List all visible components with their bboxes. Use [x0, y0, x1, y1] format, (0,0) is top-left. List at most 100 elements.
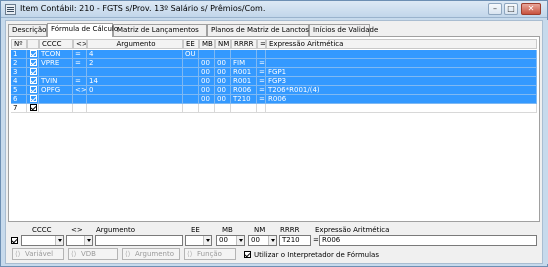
cell-check[interactable]	[27, 68, 39, 77]
row-enabled-checkbox[interactable]	[11, 237, 18, 244]
cell-ee[interactable]	[183, 86, 199, 95]
cell-check[interactable]	[27, 59, 39, 68]
cell-mb[interactable]: 00	[199, 77, 215, 86]
use-interpreter-option[interactable]: Utilizar o Interpretador de Fórmulas	[244, 250, 379, 259]
cell-cccc[interactable]: TCON	[39, 50, 73, 59]
cell-expressao[interactable]: T206*R001/(4)	[266, 86, 537, 95]
cell-cccc[interactable]: TVIN	[39, 77, 73, 86]
cell-eq[interactable]: =	[257, 86, 266, 95]
tab-formula-de-calculo[interactable]: Fórmula de Cálculo	[47, 23, 118, 37]
table-row[interactable]: 3 00 00 R001 = FGP1	[11, 68, 537, 77]
argumento-button[interactable]: ⟨⟩ Argumento	[122, 248, 180, 260]
row-checkbox[interactable]	[30, 86, 37, 93]
rrrr-input[interactable]: T210	[279, 235, 311, 246]
cell-argumento[interactable]: 4	[87, 50, 183, 59]
row-checkbox[interactable]	[30, 50, 37, 57]
cell-rrrr[interactable]	[231, 104, 257, 113]
close-button[interactable]: ✕	[521, 3, 541, 15]
chevron-down-icon[interactable]	[268, 236, 276, 245]
cell-check[interactable]	[27, 86, 39, 95]
cell-argumento[interactable]: 0	[87, 86, 183, 95]
cell-eq[interactable]	[257, 104, 266, 113]
cell-cccc[interactable]	[39, 68, 73, 77]
row-checkbox[interactable]	[30, 77, 37, 84]
cell-cccc[interactable]	[39, 95, 73, 104]
cell-argumento[interactable]: 14	[87, 77, 183, 86]
cell-expressao[interactable]	[266, 50, 537, 59]
cell-rrrr[interactable]: R006	[231, 86, 257, 95]
cell-ee[interactable]	[183, 95, 199, 104]
cell-check[interactable]	[27, 77, 39, 86]
col-header-check[interactable]	[27, 39, 39, 49]
col-header-num[interactable]: Nº	[11, 39, 27, 49]
cell-op[interactable]	[73, 104, 87, 113]
cell-op[interactable]: =	[73, 77, 87, 86]
cell-ee[interactable]: OU	[183, 50, 199, 59]
cell-expressao[interactable]: FGP1	[266, 68, 537, 77]
cell-expressao[interactable]: R006	[266, 95, 537, 104]
chevron-down-icon[interactable]	[236, 236, 244, 245]
cell-num[interactable]: 5	[11, 86, 27, 95]
cell-cccc[interactable]: VPRE	[39, 59, 73, 68]
cell-op[interactable]: <>	[73, 86, 87, 95]
cell-num[interactable]: 6	[11, 95, 27, 104]
cell-ee[interactable]	[183, 59, 199, 68]
cell-argumento[interactable]	[87, 104, 183, 113]
col-header-mb[interactable]: MB	[199, 39, 215, 49]
cell-check[interactable]	[27, 95, 39, 104]
chevron-down-icon[interactable]	[55, 236, 63, 245]
tab-inicios-de-validade[interactable]: Inícios de Validade	[309, 24, 378, 36]
cell-nm[interactable]	[215, 104, 231, 113]
cell-expressao[interactable]: FGP3	[266, 77, 537, 86]
mb-select[interactable]: 00	[216, 235, 245, 246]
cell-mb[interactable]: 00	[199, 59, 215, 68]
cell-nm[interactable]: 00	[215, 68, 231, 77]
cell-argumento[interactable]	[87, 68, 183, 77]
use-interpreter-checkbox[interactable]	[244, 251, 251, 258]
cell-mb[interactable]: 00	[199, 68, 215, 77]
col-header-argumento[interactable]: Argumento	[87, 39, 183, 49]
cell-cccc[interactable]: OPFG	[39, 86, 73, 95]
maximize-button[interactable]: □	[504, 3, 518, 15]
cell-op[interactable]: =	[73, 59, 87, 68]
cell-op[interactable]	[73, 68, 87, 77]
cell-num[interactable]: 7	[11, 104, 27, 113]
operator-select[interactable]	[66, 235, 93, 246]
col-header-eq[interactable]: =	[257, 39, 266, 49]
cell-eq[interactable]: =	[257, 77, 266, 86]
cell-eq[interactable]	[257, 50, 266, 59]
cell-rrrr[interactable]: R001	[231, 77, 257, 86]
cell-rrrr[interactable]: FIM	[231, 59, 257, 68]
cccc-select[interactable]	[21, 235, 64, 246]
cell-num[interactable]: 3	[11, 68, 27, 77]
tab-descricao[interactable]: Descrição	[8, 24, 47, 36]
col-header-rrrr[interactable]: RRRR	[231, 39, 257, 49]
cell-expressao[interactable]	[266, 104, 537, 113]
minimize-button[interactable]: –	[488, 3, 502, 15]
cell-rrrr[interactable]: T210	[231, 95, 257, 104]
col-header-ee[interactable]: EE	[183, 39, 199, 49]
table-row[interactable]: 2 VPRE = 2 00 00 FIM =	[11, 59, 537, 68]
cell-op[interactable]	[73, 95, 87, 104]
col-header-op[interactable]: <>	[73, 39, 87, 49]
nm-select[interactable]: 00	[248, 235, 277, 246]
cell-op[interactable]: =	[73, 50, 87, 59]
table-row[interactable]: 7	[11, 104, 537, 113]
cell-expressao[interactable]	[266, 59, 537, 68]
cell-rrrr[interactable]	[231, 50, 257, 59]
cell-mb[interactable]: 00	[199, 86, 215, 95]
col-header-nm[interactable]: NM	[215, 39, 231, 49]
cell-rrrr[interactable]: R001	[231, 68, 257, 77]
tab-planos-de-matriz[interactable]: Planos de Matriz de Lanctos	[207, 24, 309, 36]
title-bar[interactable]: Item Contábil: 210 - FGTS s/Prov. 13º Sa…	[1, 1, 547, 18]
chevron-down-icon[interactable]	[84, 236, 92, 245]
argumento-input[interactable]	[95, 235, 183, 246]
table-row[interactable]: 1 TCON = 4 OU	[11, 50, 537, 59]
cell-eq[interactable]: =	[257, 68, 266, 77]
cell-mb[interactable]	[199, 104, 215, 113]
table-row[interactable]: 5 OPFG <> 0 00 00 R006 = T206*R001/(4)	[11, 86, 537, 95]
cell-mb[interactable]	[199, 50, 215, 59]
cell-ee[interactable]	[183, 68, 199, 77]
cell-check[interactable]	[27, 50, 39, 59]
cell-check[interactable]	[27, 104, 39, 113]
